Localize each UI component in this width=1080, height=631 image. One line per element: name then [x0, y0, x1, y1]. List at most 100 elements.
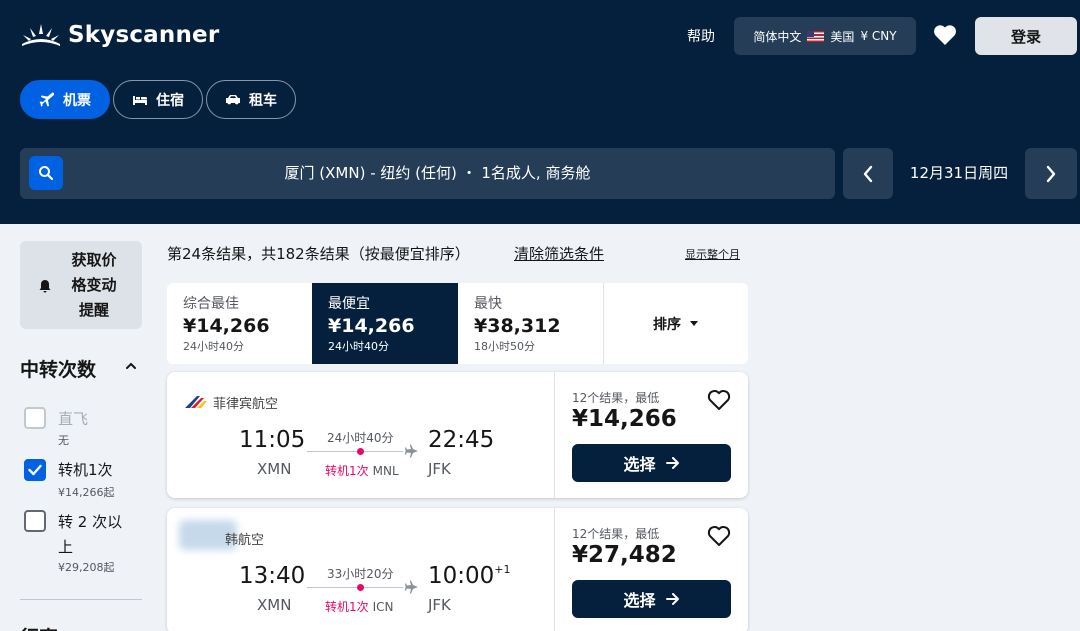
flight-card[interactable]: 韩航空 13:40 XMN 33小时20分 10:00+1 JFK 转机1次 IC… [167, 508, 748, 631]
price-alert-line: 获取价 [71, 251, 117, 269]
sort-tab-label: 综合最佳 [183, 296, 239, 312]
stop-airport: MNL [372, 464, 399, 478]
price-note: 12个结果，最低 [572, 391, 660, 405]
price-alert-line: 格变动 [71, 276, 117, 294]
price-alert-label: 获取价 格变动 提醒 [64, 248, 124, 323]
flight-card[interactable]: 菲律宾航空 11:05 XMN 24小时40分 22:45 JFK 转机1次 MN… [167, 372, 748, 498]
heart-icon[interactable] [933, 24, 957, 46]
chevron-up-icon[interactable] [124, 361, 138, 371]
car-icon [226, 94, 240, 104]
price-alert-button[interactable]: 获取价 格变动 提醒 [20, 241, 142, 329]
chevron-left-icon [863, 165, 873, 182]
results-count: 第24条结果，共182条结果（按最便宜排序） [167, 245, 470, 263]
direct-checkbox[interactable] [24, 407, 46, 429]
tab-car-hire[interactable]: 租车 [206, 80, 296, 119]
flight-duration: 33小时20分 [327, 567, 394, 581]
clear-filters-link[interactable]: 清除筛选条件 [514, 243, 604, 264]
tab-hotels[interactable]: 住宿 [113, 80, 203, 119]
card-divider [554, 372, 555, 498]
search-icon [39, 166, 54, 181]
stops-count: 转机1次 [325, 600, 369, 614]
arrow-right-icon [665, 457, 679, 469]
bed-icon [133, 95, 147, 105]
two-plus-stops-line: 上 [58, 538, 74, 556]
departure-airport: XMN [257, 460, 292, 478]
one-stop-checkbox[interactable] [24, 459, 46, 481]
airline-logo-icon [185, 396, 207, 408]
day-offset: +1 [494, 563, 511, 576]
stop-airport: ICN [372, 600, 394, 614]
stops-filter-title[interactable]: 中转次数 [20, 355, 96, 382]
flight-price: ¥14,266 [572, 406, 677, 432]
sort-tab-duration: 24小时40分 [183, 340, 244, 353]
plane-icon [405, 580, 418, 594]
header: Skyscanner 帮助 简体中文 美国 ¥ CNY 登录 机票 住宿 租车 … [0, 0, 1080, 224]
price-alert-line: 提醒 [78, 301, 109, 319]
heart-outline-icon[interactable] [707, 389, 731, 411]
one-stop-label: 转机1次 [58, 461, 113, 479]
sort-tab-duration: 24小时40分 [328, 340, 389, 353]
two-plus-stops-sub: ¥29,208起 [58, 561, 115, 574]
select-button[interactable]: 选择 [572, 580, 731, 618]
tab-flights[interactable]: 机票 [20, 80, 110, 119]
sort-tab-best[interactable]: 综合最佳 ¥14,266 24小时40分 [167, 283, 312, 364]
next-date-button[interactable] [1025, 148, 1077, 199]
stop-dot [357, 448, 364, 455]
chevron-right-icon [1046, 165, 1056, 182]
sunrise-logo-icon [22, 24, 60, 46]
arrival-airport: JFK [428, 596, 451, 614]
price-note: 12个结果，最低 [572, 527, 660, 541]
locale-selector[interactable]: 简体中文 美国 ¥ CNY [734, 17, 916, 55]
flight-price: ¥27,482 [572, 542, 677, 568]
direct-label: 直飞 [58, 410, 89, 428]
sort-bar: 综合最佳 ¥14,266 24小时40分 最便宜 ¥14,266 24小时40分… [167, 283, 748, 364]
sort-tab-duration: 18小时50分 [474, 340, 535, 353]
arrival-airport: JFK [428, 460, 451, 478]
previous-date-button[interactable] [843, 148, 893, 199]
sort-tab-label: 最便宜 [328, 296, 370, 312]
sort-tab-price: ¥14,266 [183, 315, 270, 337]
two-plus-stops-checkbox[interactable] [24, 510, 46, 532]
airline-name: 韩航空 [225, 533, 265, 548]
tab-hotels-label: 住宿 [156, 92, 184, 109]
search-button[interactable] [29, 156, 63, 190]
heart-outline-icon[interactable] [707, 525, 731, 547]
help-link[interactable]: 帮助 [687, 26, 715, 46]
brand-name: Skyscanner [68, 22, 220, 48]
arrow-right-icon [665, 593, 679, 605]
direct-sub: 无 [58, 434, 69, 447]
arrival-time-value: 22:45 [428, 427, 495, 453]
plane-icon [405, 444, 418, 458]
airline-name: 菲律宾航空 [213, 397, 279, 412]
sidebar-divider [20, 599, 142, 600]
stops-info: 转机1次 MNL [325, 462, 399, 479]
bell-icon [39, 280, 51, 293]
search-summary-bar[interactable]: 厦门 (XMN) - 纽约 (任何) ・ 1名成人, 商务舱 [20, 148, 835, 199]
tab-flights-label: 机票 [63, 92, 91, 109]
country-label: 美国 [830, 29, 855, 44]
currency-label: ¥ CNY [860, 29, 897, 43]
search-summary[interactable]: 厦门 (XMN) - 纽约 (任何) ・ 1名成人, 商务舱 [20, 148, 835, 199]
login-button[interactable]: 登录 [975, 17, 1077, 55]
sort-dropdown[interactable]: 排序 [604, 283, 748, 364]
sort-tab-cheapest[interactable]: 最便宜 ¥14,266 24小时40分 [312, 283, 458, 364]
skyscanner-logo[interactable]: Skyscanner [20, 20, 219, 50]
two-plus-stops-label: 转 2 次以 上 [58, 510, 122, 560]
departure-time: 13:40 [239, 563, 306, 589]
arrival-time: 22:45 [428, 427, 494, 453]
next-filter-title[interactable]: 行直 [20, 623, 58, 631]
tab-car-hire-label: 租车 [249, 92, 277, 109]
language-label: 简体中文 [753, 29, 802, 44]
sort-tab-fastest[interactable]: 最快 ¥38,312 18小时50分 [458, 283, 603, 364]
show-whole-month-link[interactable]: 显示整个月 [685, 246, 740, 262]
one-stop-sub: ¥14,266起 [58, 486, 115, 499]
sort-dropdown-label: 排序 [653, 316, 681, 333]
arrival-time: 10:00+1 [428, 563, 511, 589]
stop-dot [357, 584, 364, 591]
select-button-label: 选择 [623, 455, 656, 474]
sort-tab-price: ¥38,312 [474, 315, 561, 337]
selected-date[interactable]: 12月31日周四 [900, 148, 1018, 199]
select-button[interactable]: 选择 [572, 444, 731, 482]
check-icon [28, 464, 42, 476]
arrival-time-value: 10:00 [428, 563, 495, 589]
